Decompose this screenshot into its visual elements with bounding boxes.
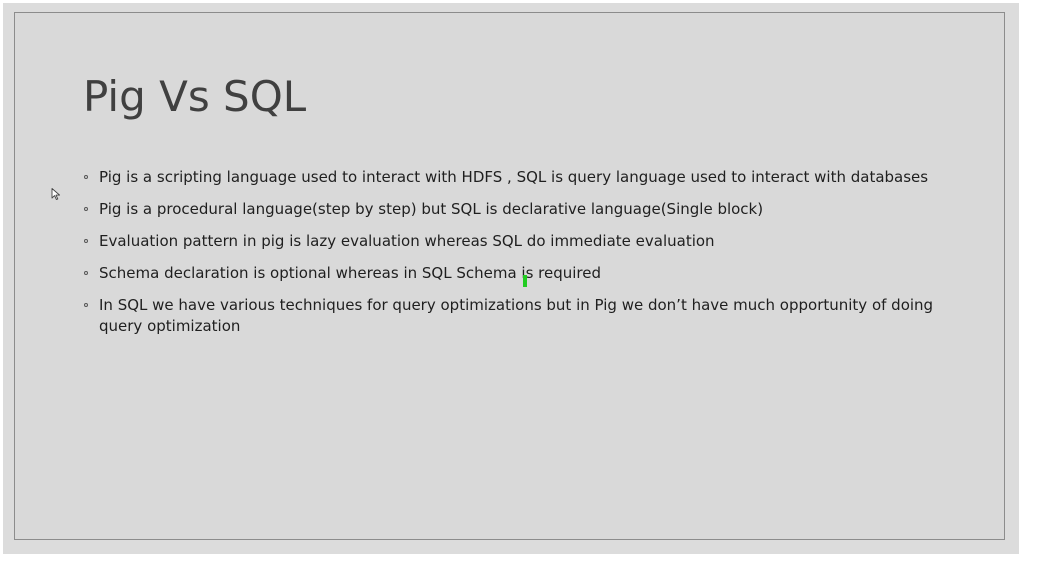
- bullet-item: Evaluation pattern in pig is lazy evalua…: [83, 231, 953, 252]
- slide-title: Pig Vs SQL: [83, 72, 307, 121]
- bullet-text: Pig is a procedural language(step by ste…: [99, 200, 764, 218]
- bullet-icon: [84, 303, 88, 307]
- bullet-item: Schema declaration is optional whereas i…: [83, 263, 953, 284]
- bullet-text: Pig is a scripting language used to inte…: [99, 168, 929, 186]
- bullet-item: Pig is a scripting language used to inte…: [83, 167, 953, 188]
- mouse-pointer-icon: [51, 188, 61, 200]
- bullet-icon: [84, 271, 88, 275]
- bullet-icon: [84, 239, 88, 243]
- text-caret-marker: [523, 275, 527, 287]
- bullet-icon: [84, 207, 88, 211]
- bullet-icon: [84, 175, 88, 179]
- bullet-item: Pig is a procedural language(step by ste…: [83, 199, 953, 220]
- bullet-text: In SQL we have various techniques for qu…: [99, 296, 934, 335]
- bullet-text: Evaluation pattern in pig is lazy evalua…: [99, 232, 715, 250]
- bullet-list: Pig is a scripting language used to inte…: [83, 167, 953, 348]
- bullet-item: In SQL we have various techniques for qu…: [83, 295, 953, 337]
- slide: Pig Vs SQL Pig is a scripting language u…: [14, 12, 1005, 540]
- screen: Pig Vs SQL Pig is a scripting language u…: [0, 0, 1042, 568]
